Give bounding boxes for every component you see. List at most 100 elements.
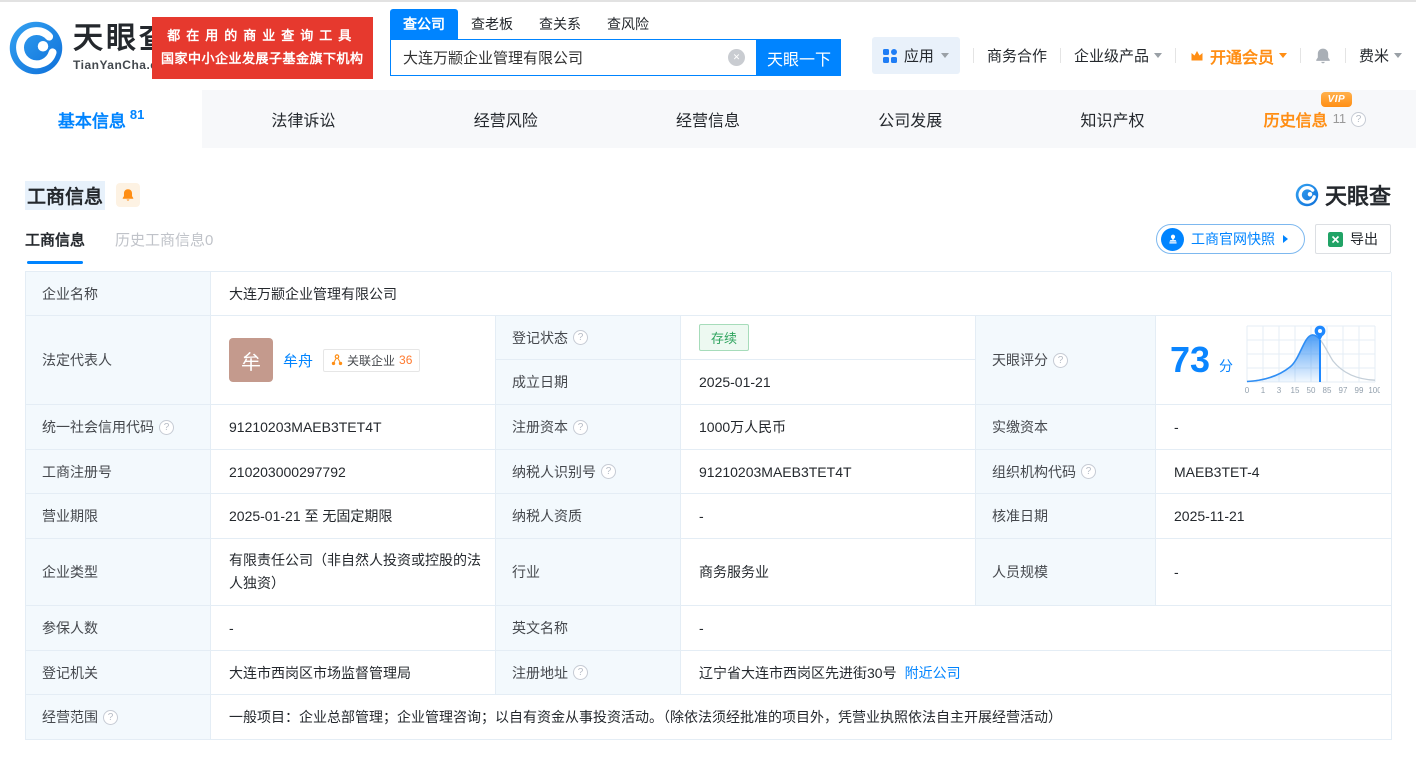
svg-text:99: 99 — [1355, 386, 1364, 395]
field-label-reg-address: 注册地址 — [496, 651, 681, 695]
field-label-reg-number: 工商注册号 — [26, 450, 211, 494]
notification-bell-icon[interactable] — [1314, 47, 1332, 65]
menu-user[interactable]: 费米 — [1359, 45, 1402, 66]
field-value-insured-count: - — [211, 606, 496, 651]
field-value-org-code: MAEB3TET-4 — [1156, 450, 1392, 494]
tianyancha-logo-icon — [8, 20, 64, 76]
svg-text:97: 97 — [1339, 386, 1348, 395]
field-label-insured-count: 参保人数 — [26, 606, 211, 651]
field-label-score: 天眼评分 — [976, 316, 1156, 405]
help-icon[interactable] — [1053, 353, 1068, 368]
svg-text:50: 50 — [1307, 386, 1316, 395]
site-header: 天眼查 TianYanCha.com 都在用的商业查询工具 国家中小企业发展子基… — [0, 12, 1416, 90]
svg-text:85: 85 — [1323, 386, 1332, 395]
svg-text:1: 1 — [1261, 386, 1266, 395]
tab-label: 经营风险 — [474, 107, 538, 131]
subscribe-bell-icon[interactable] — [116, 183, 140, 207]
export-button[interactable]: 导出 — [1315, 224, 1391, 254]
chevron-down-icon — [1279, 53, 1287, 62]
official-snapshot-button[interactable]: 工商官网快照 — [1156, 224, 1305, 254]
menu-divider — [1300, 48, 1301, 63]
banner-line1: 都在用的商业查询工具 — [161, 25, 364, 48]
field-label-reg-authority: 登记机关 — [26, 651, 211, 695]
header-menu: 应用 商务合作 企业级产品 开通会员 费米 — [872, 37, 1402, 74]
field-label-paid-capital: 实缴资本 — [976, 405, 1156, 450]
help-icon[interactable] — [573, 420, 588, 435]
search-button[interactable]: 天眼一下 — [757, 39, 841, 76]
related-companies-badge[interactable]: 关联企业 36 — [323, 349, 420, 372]
search-input[interactable]: 大连万颛企业管理有限公司 — [390, 39, 757, 76]
field-label-taxpayer-id: 纳税人识别号 — [496, 450, 681, 494]
clear-icon[interactable] — [728, 49, 745, 66]
tianyancha-logo-icon — [1295, 183, 1319, 207]
field-value-industry: 商务服务业 — [681, 539, 976, 606]
search-tab-relation[interactable]: 查关系 — [526, 9, 594, 39]
tab-basic-info[interactable]: 基本信息 81 — [0, 90, 202, 148]
field-value-business-term: 2025-01-21 至 无固定期限 — [211, 494, 496, 539]
tab-legal-proceedings[interactable]: 法律诉讼 — [202, 90, 404, 148]
subtab-business-info[interactable]: 工商信息 — [25, 229, 85, 264]
search-tab-risk[interactable]: 查风险 — [594, 9, 662, 39]
promo-banner: 都在用的商业查询工具 国家中小企业发展子基金旗下机构 — [152, 17, 373, 79]
tab-operating-info[interactable]: 经营信息 — [607, 90, 809, 148]
field-label-company-type: 企业类型 — [26, 539, 211, 606]
apps-menu-button[interactable]: 应用 — [872, 37, 960, 74]
legal-rep-name-link[interactable]: 牟舟 — [283, 350, 313, 371]
field-value-legal-rep: 牟 牟舟 关联企业 36 — [211, 316, 496, 405]
help-icon[interactable] — [573, 665, 588, 680]
help-icon[interactable] — [103, 710, 118, 725]
tab-label: 基本信息 — [58, 107, 126, 132]
search-row: 大连万颛企业管理有限公司 天眼一下 — [390, 39, 841, 76]
menu-cooperation[interactable]: 商务合作 — [987, 45, 1047, 66]
menu-vip[interactable]: 开通会员 — [1189, 44, 1287, 68]
search-block: 查公司 查老板 查关系 查风险 大连万颛企业管理有限公司 天眼一下 — [390, 12, 841, 76]
help-icon[interactable] — [1081, 464, 1096, 479]
top-divider — [0, 0, 1416, 2]
menu-enterprise-products[interactable]: 企业级产品 — [1074, 45, 1162, 66]
tab-company-development[interactable]: 公司发展 — [809, 90, 1011, 148]
svg-text:100: 100 — [1368, 386, 1380, 395]
field-value-reg-status: 存续 — [681, 316, 976, 360]
field-label-org-code: 组织机构代码 — [976, 450, 1156, 494]
field-label-legal-rep: 法定代表人 — [26, 316, 211, 405]
banner-line2: 国家中小企业发展子基金旗下机构 — [161, 48, 364, 71]
snapshot-button-label: 工商官网快照 — [1191, 229, 1275, 249]
chevron-down-icon — [1154, 53, 1162, 62]
section-title: 工商信息 — [25, 181, 105, 210]
field-label-company-name: 企业名称 — [26, 272, 211, 316]
search-tab-company[interactable]: 查公司 — [390, 9, 458, 39]
tab-label: 知识产权 — [1081, 107, 1145, 131]
company-nav-tabs: 基本信息 81 法律诉讼 经营风险 经营信息 公司发展 知识产权 VIP 历史信… — [0, 90, 1416, 148]
network-icon — [331, 354, 343, 366]
subtab-history-business-info[interactable]: 历史工商信息0 — [115, 229, 213, 264]
field-label-staff-size: 人员规模 — [976, 539, 1156, 606]
tab-label: 公司发展 — [878, 107, 942, 131]
menu-divider — [1345, 48, 1346, 63]
help-icon[interactable] — [601, 464, 616, 479]
field-value-establish-date: 2025-01-21 — [681, 360, 976, 405]
field-value-english-name: - — [681, 606, 1392, 651]
help-icon[interactable] — [159, 420, 174, 435]
watermark-brand-text: 天眼查 — [1325, 179, 1391, 211]
score-number: 73 — [1170, 342, 1210, 378]
help-icon[interactable] — [1351, 112, 1366, 127]
svg-text:3: 3 — [1277, 386, 1282, 395]
field-value-staff-size: - — [1156, 539, 1392, 606]
tab-operating-risk[interactable]: 经营风险 — [405, 90, 607, 148]
tab-label: 历史信息 — [1264, 107, 1328, 131]
username-label: 费米 — [1359, 45, 1389, 66]
menu-divider — [1175, 48, 1176, 63]
search-tab-boss[interactable]: 查老板 — [458, 9, 526, 39]
vip-label: 开通会员 — [1210, 44, 1274, 68]
tab-history-info[interactable]: VIP 历史信息 11 — [1214, 90, 1416, 148]
score-unit: 分 — [1219, 356, 1233, 376]
nearby-companies-link[interactable]: 附近公司 — [905, 663, 961, 683]
tab-intellectual-property[interactable]: 知识产权 — [1011, 90, 1213, 148]
tab-count: 81 — [130, 107, 144, 122]
vip-badge: VIP — [1321, 92, 1353, 107]
help-icon[interactable] — [573, 330, 588, 345]
stamp-icon — [1161, 228, 1184, 251]
search-input-value: 大连万颛企业管理有限公司 — [403, 47, 583, 68]
legal-rep-avatar[interactable]: 牟 — [229, 338, 273, 382]
export-button-label: 导出 — [1350, 229, 1378, 249]
